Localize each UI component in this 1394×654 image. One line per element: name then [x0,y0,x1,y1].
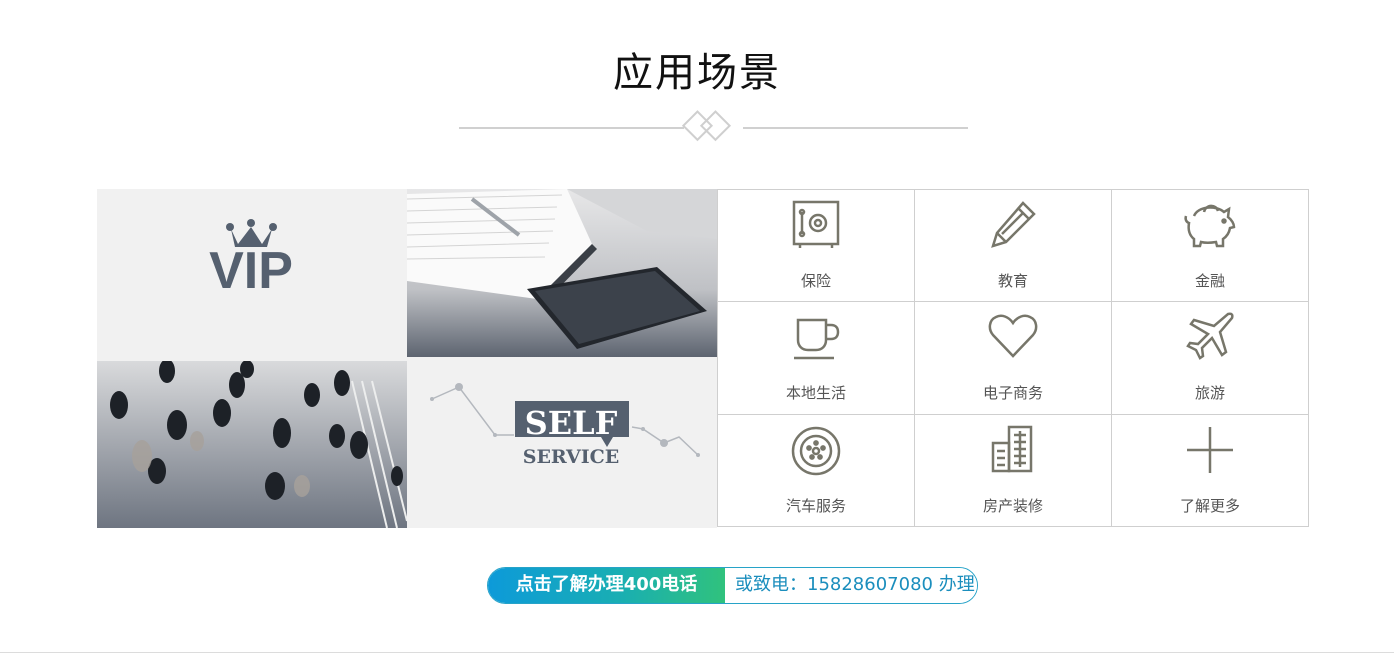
self-logo-text: SELF [525,404,618,442]
heart-icon [988,314,1038,359]
scenario-real-estate[interactable]: 房产装修 [915,414,1112,527]
vip-logo-text: VIP [209,242,293,300]
airplane-icon [1186,312,1234,361]
scenario-label: 电子商务 [982,384,1043,403]
self-service-tile[interactable]: SELF SERVICE [407,357,717,528]
scenario-label: 保险 [800,272,831,290]
scenario-education[interactable]: 教育 [915,190,1112,303]
crowd-photo [97,361,407,528]
scenario-travel[interactable]: 旅游 [1112,302,1309,415]
scenario-ecommerce[interactable]: 电子商务 [915,302,1112,415]
building-icon [991,425,1033,472]
scenario-insurance[interactable]: 保险 [718,190,915,303]
scenario-label: 了解更多 [1179,496,1240,515]
contact-phone-text: 或致电：15828607080 办理 [725,568,977,603]
scenario-label: 房产装修 [982,496,1043,515]
scenario-label: 本地生活 [785,384,846,403]
section-title: 应用场景 [613,50,781,96]
scenario-grid: 保险 教育 金融 本地生活 电子商务 旅游 汽车服务 房产装修 了解更多 [717,189,1309,527]
scenario-label: 汽车服务 [785,496,846,515]
plus-icon [1187,426,1233,473]
scenario-finance[interactable]: 金融 [1112,190,1309,303]
scenario-learn-more[interactable]: 了解更多 [1112,414,1309,527]
scenario-local-life[interactable]: 本地生活 [718,302,915,415]
cta-banner: 点击了解办理400电话 或致电：15828607080 办理 [487,567,978,604]
apply-400-button[interactable]: 点击了解办理400电话 [488,568,725,603]
scenario-label: 旅游 [1194,384,1225,403]
safe-icon [792,200,840,248]
title-divider [459,110,968,142]
scenario-label: 金融 [1194,272,1225,290]
service-logo-text: SERVICE [523,446,620,468]
pencil-icon [991,201,1036,248]
coffee-cup-icon [794,319,840,360]
wheel-icon [791,426,841,475]
scenario-label: 教育 [997,272,1028,290]
piggy-bank-icon [1184,204,1236,248]
vip-tile[interactable]: VIP [97,189,407,361]
section-bottom-divider [0,652,1394,653]
scenario-auto-service[interactable]: 汽车服务 [718,414,915,527]
notebook-phone-photo [407,189,717,357]
